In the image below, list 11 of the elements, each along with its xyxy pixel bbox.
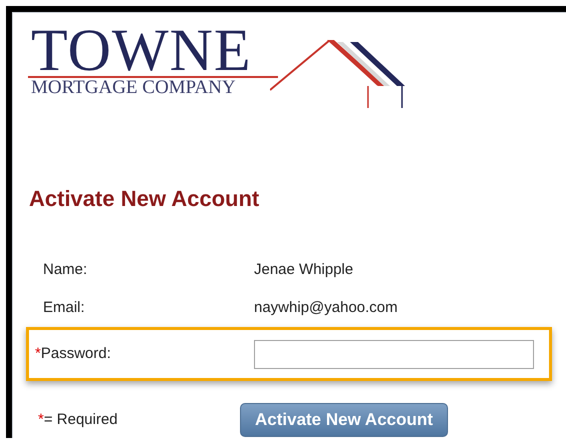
page-heading: Activate New Account (29, 185, 260, 213)
password-field[interactable] (254, 340, 534, 368)
logo-wordmark: TOWNE (30, 25, 253, 75)
field-label: *Password: (34, 344, 112, 364)
logo-tagline: MORTGAGE COMPANY (30, 78, 237, 98)
field-value: naywhip@yahoo.com (254, 298, 398, 318)
field-label: Name: (42, 260, 88, 280)
required-legend: *= Required (28, 408, 238, 432)
field-value: Jenae Whipple (254, 260, 354, 280)
field-label: Email: (42, 298, 86, 318)
activate-account-button[interactable]: Activate New Account (240, 403, 448, 437)
